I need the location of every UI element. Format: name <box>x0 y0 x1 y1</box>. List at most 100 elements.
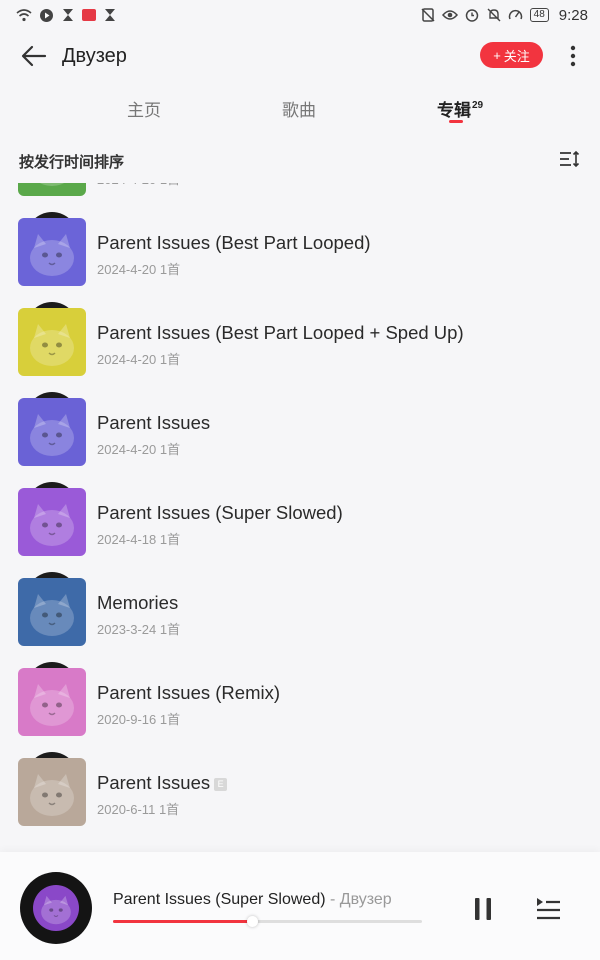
arrow-left-icon <box>21 45 47 67</box>
list-item[interactable]: Parent Issues (Remix) 2020-9-16 1首 <box>0 660 600 750</box>
tab-home[interactable]: 主页 <box>127 96 161 121</box>
page-title: Двузер <box>62 44 127 67</box>
album-meta: 2024-4-20 1首 <box>97 349 180 368</box>
album-meta: 2023-3-24 1首 <box>97 619 180 638</box>
mute-icon <box>486 7 502 23</box>
playlist-queue-button[interactable] <box>533 894 563 922</box>
status-bar: 48 9:28 <box>0 0 600 30</box>
play-circle-icon <box>38 7 54 23</box>
active-tab-indicator <box>449 120 463 123</box>
album-meta: 2024-4-18 1首 <box>97 529 180 548</box>
album-track-count: 1首 <box>159 262 181 277</box>
battery-icon: 48 <box>529 8 549 22</box>
now-playing-artist: - Двузер <box>325 891 392 908</box>
album-cover-wrap <box>18 752 86 826</box>
album-title: Parent Issues (Best Part Looped) <box>97 232 371 253</box>
back-button[interactable] <box>14 36 54 76</box>
album-track-count: 1首 <box>159 532 181 547</box>
eye-icon <box>441 7 458 23</box>
album-cover <box>18 218 86 286</box>
album-title-text: Parent Issues <box>97 772 211 793</box>
follow-label: 关注 <box>503 48 530 64</box>
more-options-button[interactable] <box>560 42 586 70</box>
album-list: 2024-4-20 1首 Parent Issues (Best Part Lo… <box>0 183 600 848</box>
album-date: 2024-4-20 <box>97 442 157 457</box>
album-meta: 2024-4-20 1首 <box>97 259 180 278</box>
album-cover-wrap <box>18 482 86 556</box>
album-cover <box>18 308 86 376</box>
album-cover-wrap <box>18 302 86 376</box>
sort-icon <box>560 150 580 168</box>
playlist-icon <box>537 898 560 920</box>
album-meta: 2024-4-20 1首 <box>97 183 180 188</box>
album-cover-wrap <box>18 392 86 466</box>
follow-button[interactable]: + 关注 <box>480 42 543 68</box>
album-track-count: 1首 <box>159 352 181 367</box>
list-item[interactable]: Parent Issues (Best Part Looped + Sped U… <box>0 300 600 390</box>
album-track-count: 1首 <box>158 802 180 817</box>
album-cover <box>18 183 86 196</box>
album-meta: 2020-9-16 1首 <box>97 709 180 728</box>
mini-player[interactable]: Parent Issues (Super Slowed) - Двузер <box>0 852 600 960</box>
speed-icon <box>508 7 524 23</box>
tab-albums-count: 29 <box>472 100 484 111</box>
album-meta: 2024-4-20 1首 <box>97 439 180 458</box>
album-date: 2020-9-16 <box>97 712 157 727</box>
now-playing-title: Parent Issues (Super Slowed) <box>113 891 326 908</box>
tab-bar: 主页 歌曲 专辑29 <box>0 88 600 128</box>
album-track-count: 1首 <box>159 622 181 637</box>
album-cover-wrap <box>18 572 86 646</box>
album-cover-wrap <box>18 183 86 196</box>
no-sim-icon <box>420 7 436 23</box>
sort-label[interactable]: 按发行时间排序 <box>19 151 124 172</box>
sort-order-button[interactable] <box>558 149 582 171</box>
tab-songs[interactable]: 歌曲 <box>282 96 316 121</box>
list-item[interactable]: Parent Issues E 2020-6-11 1首 <box>0 750 600 840</box>
list-item[interactable]: Parent Issues (Best Part Looped) 2024-4-… <box>0 210 600 300</box>
album-date: 2024-4-20 <box>97 183 156 187</box>
album-title: Parent Issues <box>97 412 211 433</box>
now-playing-info[interactable]: Parent Issues (Super Slowed) - Двузер <box>113 891 392 909</box>
wifi-icon <box>16 7 32 23</box>
album-cover-wrap <box>18 662 86 736</box>
tab-albums-label: 专辑 <box>437 101 471 120</box>
plus-icon: + <box>493 47 501 63</box>
more-vertical-icon <box>570 45 576 67</box>
pause-button[interactable] <box>470 894 496 924</box>
alarm-icon <box>464 7 480 23</box>
album-date: 2024-4-20 <box>97 262 157 277</box>
album-date: 2020-6-11 <box>97 802 156 817</box>
progress-bar[interactable] <box>113 916 422 927</box>
album-date: 2024-4-20 <box>97 352 157 367</box>
list-item[interactable]: 2024-4-20 1首 <box>0 183 600 210</box>
pause-icon <box>475 898 491 920</box>
top-app-bar: Двузер + 关注 <box>0 30 600 82</box>
hourglass-icon <box>102 7 118 23</box>
album-track-count: 1首 <box>159 442 181 457</box>
explicit-badge: E <box>214 778 228 791</box>
hourglass-icon <box>60 7 76 23</box>
tab-albums[interactable]: 专辑29 <box>437 96 483 121</box>
album-title: Memories <box>97 592 179 613</box>
album-cover <box>18 398 86 466</box>
album-cover <box>18 758 86 826</box>
album-track-count: 1首 <box>159 712 181 727</box>
album-date: 2024-4-18 <box>97 532 157 547</box>
album-cover <box>18 668 86 736</box>
album-track-count: 1首 <box>160 183 180 187</box>
album-title: Parent Issues (Remix) <box>97 682 280 703</box>
progress-fill <box>113 920 253 923</box>
album-title: Parent Issues (Super Slowed) <box>97 502 343 523</box>
album-meta: 2020-6-11 1首 <box>97 799 179 818</box>
list-item[interactable]: Memories 2023-3-24 1首 <box>0 570 600 660</box>
album-cover-wrap <box>18 212 86 286</box>
album-title: Parent Issues (Best Part Looped + Sped U… <box>97 322 464 343</box>
red-app-icon <box>82 9 96 21</box>
list-item[interactable]: Parent Issues 2024-4-20 1首 <box>0 390 600 480</box>
album-cover <box>18 578 86 646</box>
progress-knob[interactable] <box>247 916 259 927</box>
sort-row: 按发行时间排序 <box>0 145 600 175</box>
now-playing-cover <box>33 885 79 931</box>
list-item[interactable]: Parent Issues (Super Slowed) 2024-4-18 1… <box>0 480 600 570</box>
album-cover <box>18 488 86 556</box>
